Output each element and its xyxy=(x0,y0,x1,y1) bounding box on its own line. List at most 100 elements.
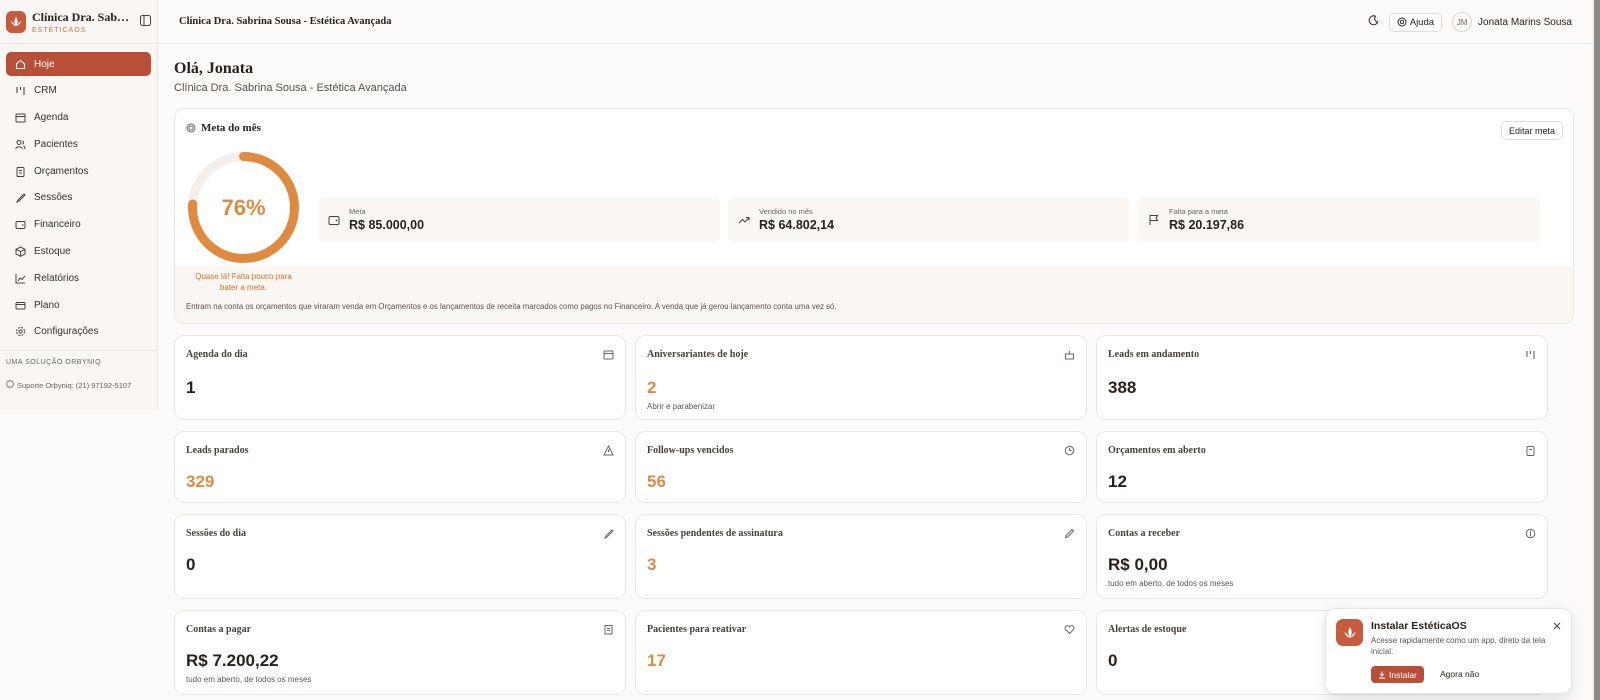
card-title: Alertas de estoque xyxy=(1108,624,1187,635)
card-value: 329 xyxy=(186,472,215,491)
card-title: Aniversariantes de hoje xyxy=(647,349,749,360)
card-aniversariantes[interactable]: Aniversariantes de hoje 2 Abrir e parabe… xyxy=(635,335,1087,420)
card-follow-ups[interactable]: Follow-ups vencidos 56 xyxy=(635,431,1087,503)
users-icon xyxy=(14,138,26,150)
card-value: R$ 0,00 xyxy=(1108,555,1168,574)
lotus-logo-icon xyxy=(6,10,26,33)
gear-icon xyxy=(14,326,26,338)
download-icon xyxy=(1378,671,1386,679)
credit-card-icon xyxy=(14,299,26,311)
sidebar-item-pacientes[interactable]: Pacientes xyxy=(6,132,151,156)
goal-percent: 76% xyxy=(221,194,266,220)
card-value: 3 xyxy=(647,555,657,574)
card-orcamentos-aberto[interactable]: Orçamentos em aberto 12 xyxy=(1096,431,1548,503)
user-name[interactable]: Jonata Marins Sousa xyxy=(1478,17,1572,28)
header-clinic-name: Clínica Dra. Sabrina Sousa - Estética Av… xyxy=(179,16,392,27)
card-contas-pagar[interactable]: Contas a pagar R$ 7.200,22 tudo em abert… xyxy=(174,610,626,695)
card-sessoes-pendentes[interactable]: Sessões pendentes de assinatura 3 xyxy=(635,514,1087,599)
card-value: 12 xyxy=(1108,472,1127,491)
stat-falta: Falta para a meta R$ 20.197,86 xyxy=(1138,197,1540,242)
kanban-icon xyxy=(1524,348,1536,360)
dismiss-button[interactable]: Agora não xyxy=(1440,669,1479,679)
edit-goal-button[interactable]: Editar meta xyxy=(1500,121,1563,140)
stat-value: R$ 64.802,14 xyxy=(759,218,835,232)
card-title: Contas a receber xyxy=(1108,528,1181,539)
flag-icon xyxy=(1147,213,1161,227)
stat-label: Vendido no mês xyxy=(759,207,813,216)
sidebar-item-sessoes[interactable]: Sessões xyxy=(6,186,151,210)
wallet-icon xyxy=(14,219,26,231)
chat-icon xyxy=(6,380,14,390)
help-button[interactable]: Ajuda xyxy=(1388,12,1443,32)
support-link[interactable]: Suporte Orbyniq: (21) 97192-5107 xyxy=(6,380,151,390)
card-title: Sessões pendentes de assinatura xyxy=(647,528,783,539)
sidebar-toggle-icon[interactable] xyxy=(140,13,151,31)
card-sub[interactable]: Abrir e parabenizar xyxy=(647,402,715,411)
card-title: Orçamentos em aberto xyxy=(1108,445,1206,456)
stat-label: Falta para a meta xyxy=(1169,207,1228,216)
sidebar-item-estoque[interactable]: Estoque xyxy=(6,240,151,264)
lifebuoy-icon xyxy=(1397,17,1407,27)
sidebar-item-plano[interactable]: Plano xyxy=(6,293,151,317)
card-contas-receber[interactable]: Contas a receber R$ 0,00 tudo em aberto,… xyxy=(1096,514,1548,599)
wallet-icon xyxy=(327,213,341,227)
sidebar-item-label: Orçamentos xyxy=(34,165,89,177)
sidebar: Clínica Dra. Sabrina Sousa ESTÉTICAOS Ho… xyxy=(0,0,158,410)
card-value: 0 xyxy=(1108,651,1118,670)
sidebar-item-label: Pacientes xyxy=(34,138,78,150)
brand[interactable]: Clínica Dra. Sabrina Sousa ESTÉTICAOS xyxy=(0,0,157,44)
avatar[interactable]: JM xyxy=(1452,12,1473,32)
brand-subtitle: ESTÉTICAOS xyxy=(32,26,87,34)
install-title: Instalar EstéticaOS xyxy=(1371,620,1467,632)
card-pacientes-reativar[interactable]: Pacientes para reativar 17 xyxy=(635,610,1087,695)
card-value: 17 xyxy=(647,651,666,670)
card-title: Sessões do dia xyxy=(186,528,247,539)
sidebar-item-financeiro[interactable]: Financeiro xyxy=(6,213,151,237)
clock-icon xyxy=(1063,444,1075,456)
sidebar-item-agenda[interactable]: Agenda xyxy=(6,106,151,130)
goal-card: Meta do mês Editar meta 76% Quase lá! Fa… xyxy=(174,108,1574,324)
card-value: 388 xyxy=(1108,378,1137,397)
card-agenda-do-dia[interactable]: Agenda do dia 1 xyxy=(174,335,626,420)
card-leads-parados[interactable]: Leads parados 329 xyxy=(174,431,626,503)
sidebar-item-configuracoes[interactable]: Configurações xyxy=(6,320,151,344)
card-leads-andamento[interactable]: Leads em andamento 388 xyxy=(1096,335,1548,420)
theme-toggle-icon[interactable] xyxy=(1368,13,1379,31)
syringe-icon xyxy=(602,527,614,539)
sidebar-item-label: Plano xyxy=(34,299,60,311)
sidebar-item-label: Estoque xyxy=(34,246,71,258)
stat-meta: Meta R$ 85.000,00 xyxy=(318,197,720,242)
sidebar-item-hoje[interactable]: Hoje xyxy=(6,52,151,76)
clipboard-icon xyxy=(1524,444,1536,456)
page-subtitle: Clínica Dra. Sabrina Sousa - Estética Av… xyxy=(174,82,407,94)
card-sessoes-dia[interactable]: Sessões do dia 0 xyxy=(174,514,626,599)
card-value: R$ 7.200,22 xyxy=(186,651,279,670)
chart-icon xyxy=(14,272,26,284)
scrollbar[interactable] xyxy=(1594,0,1600,700)
card-value: 0 xyxy=(186,555,196,574)
card-title: Contas a pagar xyxy=(186,624,252,635)
install-description: Acesse rapidamente como um app, direto d… xyxy=(1371,636,1546,656)
card-title: Leads parados xyxy=(186,445,249,456)
sidebar-item-relatorios[interactable]: Relatórios xyxy=(6,266,151,290)
sidebar-footer: UMA SOLUÇÃO ORBYNIQ Suporte Orbyniq: (21… xyxy=(0,350,157,398)
sidebar-item-orcamentos[interactable]: Orçamentos xyxy=(6,159,151,183)
goal-title: Meta do mês xyxy=(201,122,261,134)
install-app-popup: Instalar EstéticaOS Acesse rapidamente c… xyxy=(1325,608,1572,694)
card-title: Follow-ups vencidos xyxy=(647,445,734,456)
stat-label: Meta xyxy=(349,207,366,216)
calendar-icon xyxy=(14,112,26,124)
stat-vendido: Vendido no mês R$ 64.802,14 xyxy=(728,197,1130,242)
pen-icon xyxy=(1063,527,1075,539)
close-icon[interactable] xyxy=(1552,618,1562,630)
install-label: Instalar xyxy=(1389,669,1417,680)
sidebar-item-label: Sessões xyxy=(34,192,73,204)
target-icon xyxy=(186,123,196,133)
card-value: 56 xyxy=(647,472,666,491)
goal-band xyxy=(175,266,1573,323)
install-button[interactable]: Instalar xyxy=(1371,666,1424,683)
syringe-icon xyxy=(14,192,26,204)
lotus-logo-icon xyxy=(1336,619,1363,646)
sidebar-item-crm[interactable]: CRM xyxy=(6,79,151,103)
cake-icon xyxy=(1063,348,1075,360)
